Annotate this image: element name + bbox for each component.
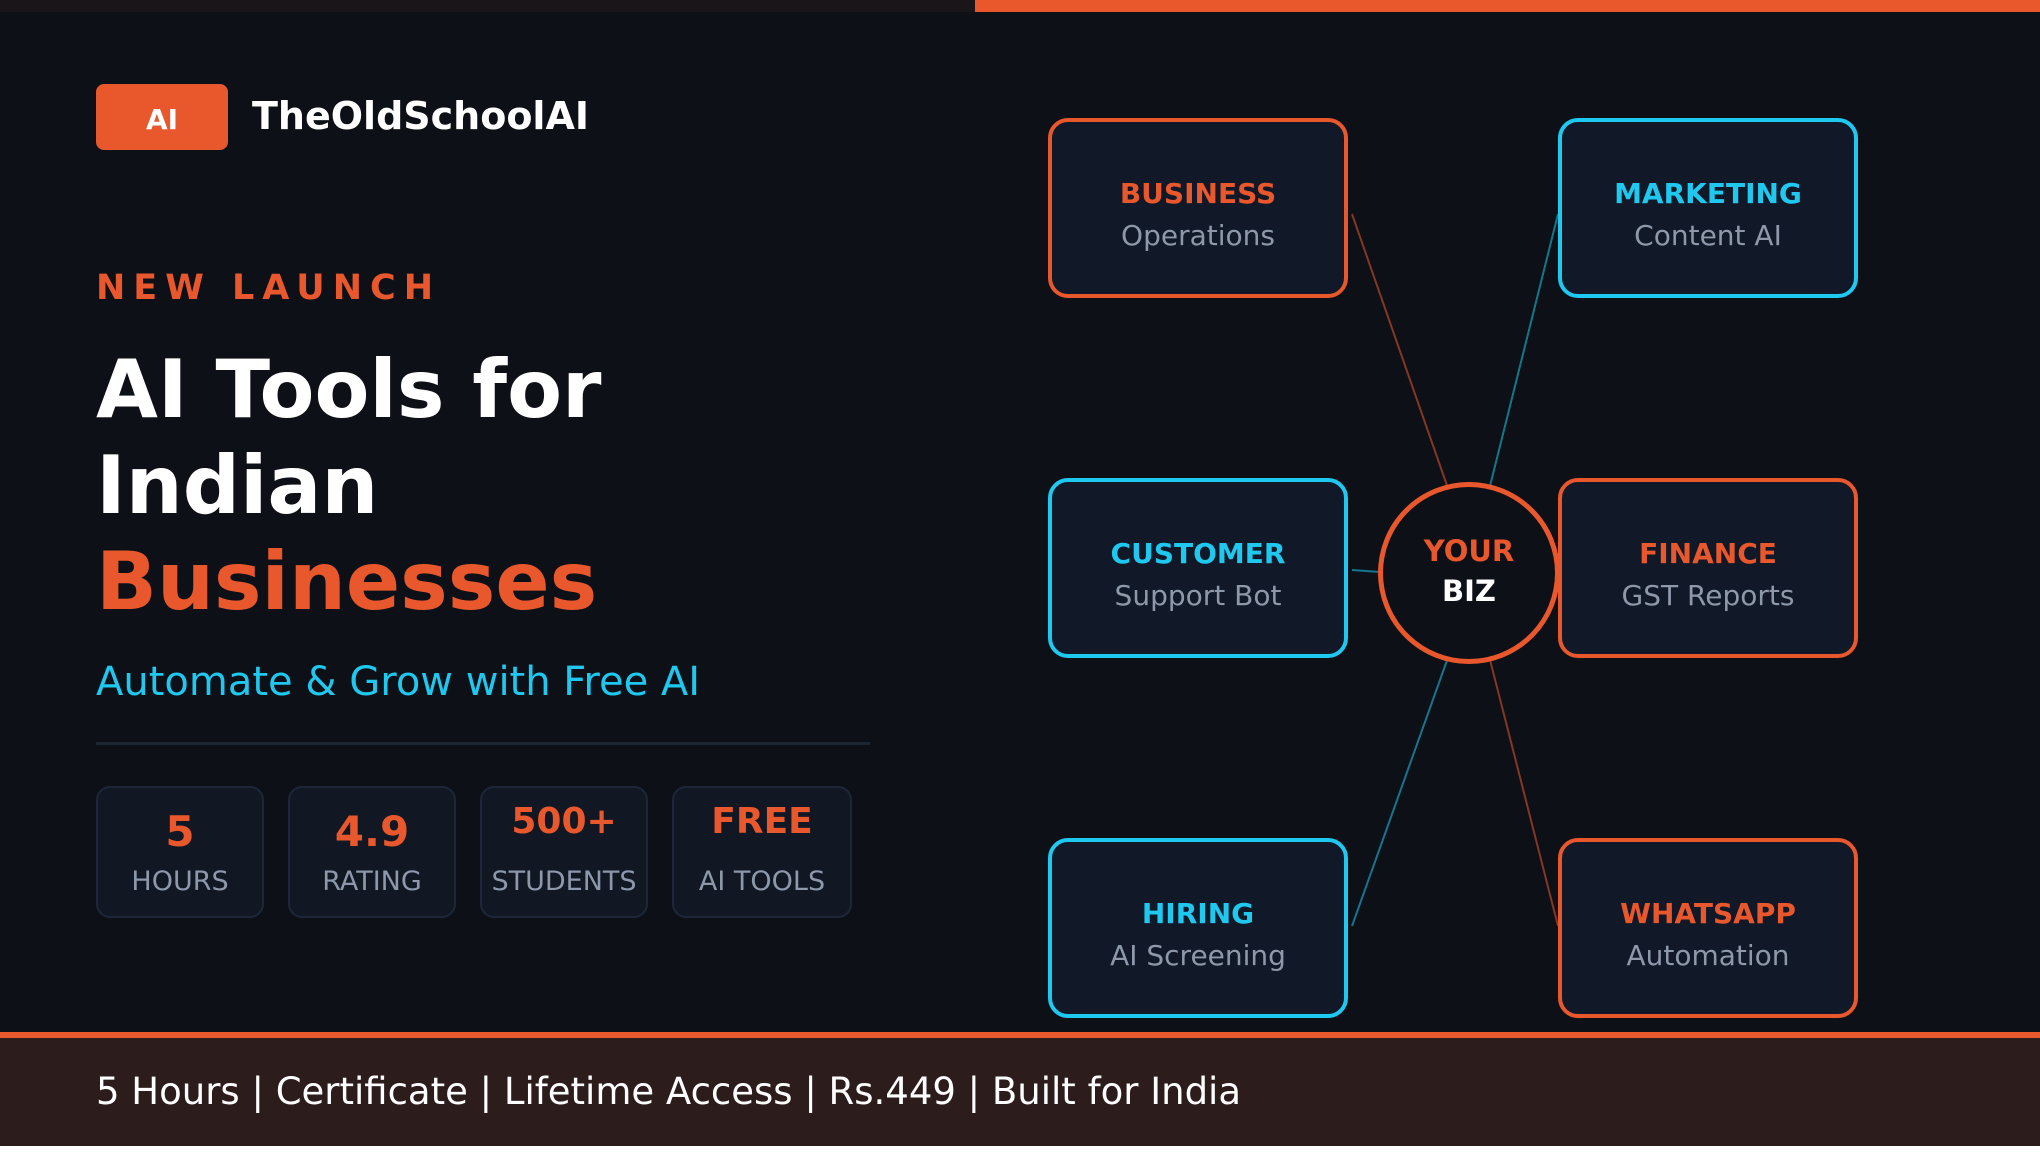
card-title: BUSINESS — [1119, 177, 1277, 210]
banner: AI TheOldSchoolAI NEW LAUNCH AI Tools fo… — [0, 0, 2040, 1146]
hub-circle: YOUR BIZ — [1378, 482, 1560, 664]
card-subtitle: Content AI — [1634, 219, 1782, 252]
card-title: FINANCE — [1639, 537, 1777, 570]
connector-business — [1351, 213, 1451, 495]
card-title: HIRING — [1141, 897, 1255, 930]
connector-whatsapp — [1487, 651, 1559, 927]
hub-label-top: YOUR — [1423, 534, 1515, 568]
card-subtitle: Operations — [1121, 219, 1275, 252]
connector-marketing — [1487, 213, 1559, 495]
footer-bar: 5 Hours | Certificate | Lifetime Access … — [0, 1038, 2040, 1146]
card-subtitle: Automation — [1626, 939, 1790, 972]
card-customer: CUSTOMER Support Bot — [1048, 478, 1348, 658]
connector-hiring — [1351, 651, 1451, 927]
card-marketing: MARKETING Content AI — [1558, 118, 1858, 298]
card-title: MARKETING — [1614, 177, 1802, 210]
card-title: WHATSAPP — [1620, 897, 1796, 930]
card-business: BUSINESS Operations — [1048, 118, 1348, 298]
card-subtitle: Support Bot — [1114, 579, 1282, 612]
card-subtitle: AI Screening — [1110, 939, 1286, 972]
hub-label-bottom: BIZ — [1442, 574, 1496, 608]
card-whatsapp: WHATSAPP Automation — [1558, 838, 1858, 1018]
card-subtitle: GST Reports — [1621, 579, 1795, 612]
card-hiring: HIRING AI Screening — [1048, 838, 1348, 1018]
footer-text: 5 Hours | Certificate | Lifetime Access … — [96, 1070, 1242, 1113]
card-title: CUSTOMER — [1110, 537, 1286, 570]
connector-customer — [1351, 569, 1381, 573]
card-finance: FINANCE GST Reports — [1558, 478, 1858, 658]
